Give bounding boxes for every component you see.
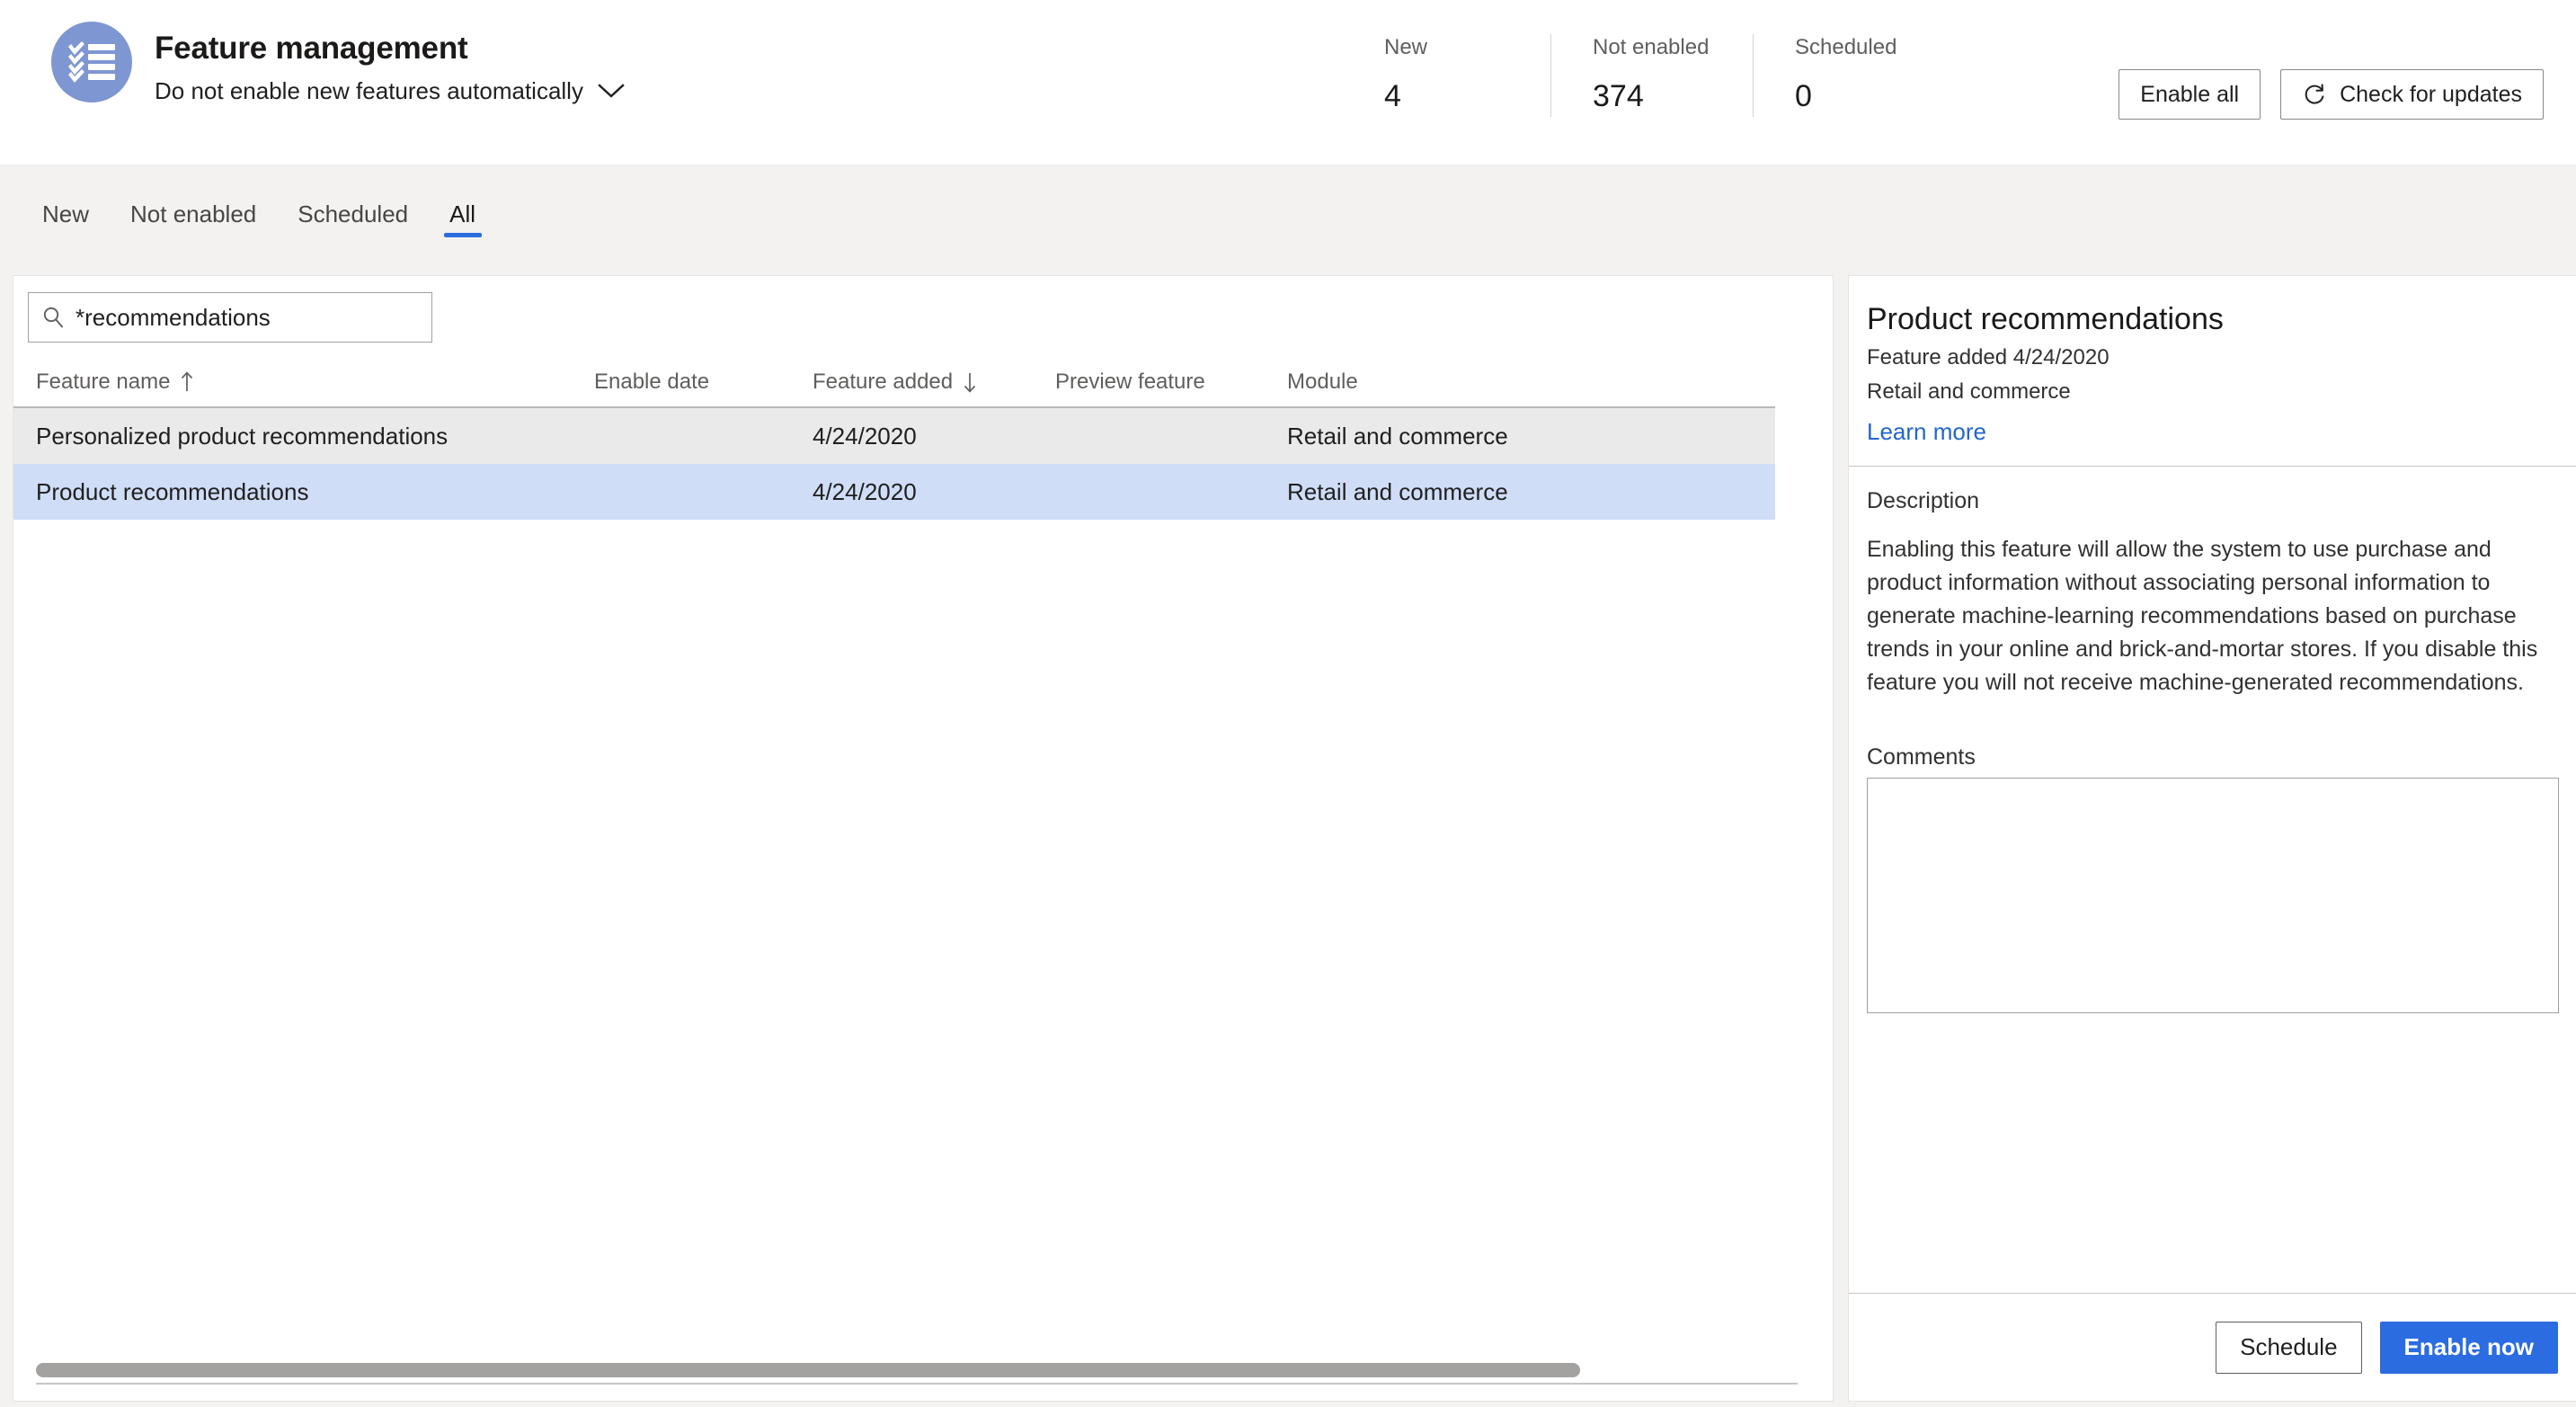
detail-body: Description Enabling this feature will a… <box>1849 467 2576 1293</box>
detail-footer-actions: Schedule Enable now <box>1849 1293 2576 1401</box>
tab-not-enabled-label: Not enabled <box>130 200 257 227</box>
description-label: Description <box>1867 488 1980 513</box>
tab-all[interactable]: All <box>429 165 496 264</box>
feature-detail-panel: Product recommendations Feature added 4/… <box>1848 275 2576 1402</box>
table-row[interactable]: Personalized product recommendations 4/2… <box>13 408 1775 464</box>
column-header-module-label: Module <box>1287 370 1358 394</box>
column-header-feature-added-label: Feature added <box>813 370 954 394</box>
search-input[interactable] <box>76 303 419 332</box>
header-identity: Feature management Do not enable new fea… <box>0 0 625 105</box>
cell-module: Retail and commerce <box>1287 477 1508 505</box>
table-scroll-area <box>13 1347 1833 1401</box>
feature-table: Feature name Enable date Feature added P… <box>13 358 1833 520</box>
filter-tabs: New Not enabled Scheduled All <box>0 165 2576 264</box>
tab-new-label: New <box>42 200 90 227</box>
table-bottom-rule <box>36 1383 1798 1385</box>
page-content: Feature name Enable date Feature added <box>0 264 2576 1407</box>
cell-feature-added: 4/24/2020 <box>813 477 917 505</box>
column-header-feature-added[interactable]: Feature added <box>813 370 1055 395</box>
check-for-updates-button[interactable]: Check for updates <box>2280 69 2544 120</box>
comments-label: Comments <box>1867 744 1976 770</box>
header-title-block: Feature management Do not enable new fea… <box>155 22 625 105</box>
tab-new[interactable]: New <box>22 165 110 264</box>
summary-stats: New 4 Not enabled 374 Scheduled 0 <box>1384 34 1955 117</box>
column-header-module[interactable]: Module <box>1287 370 1629 395</box>
table-header-row: Feature name Enable date Feature added P… <box>13 358 1775 408</box>
page-header: Feature management Do not enable new fea… <box>0 0 2576 165</box>
enable-now-button[interactable]: Enable now <box>2379 1321 2558 1374</box>
horizontal-scrollbar-thumb[interactable] <box>36 1363 1580 1377</box>
stat-new: New 4 <box>1384 34 1550 117</box>
page-title: Feature management <box>155 31 468 66</box>
auto-enable-dropdown[interactable]: Do not enable new features automatically <box>155 76 625 105</box>
feature-list-panel: Feature name Enable date Feature added <box>13 275 1834 1402</box>
column-header-enable-date[interactable]: Enable date <box>594 370 813 395</box>
column-header-feature-name-label: Feature name <box>36 370 171 394</box>
tab-scheduled[interactable]: Scheduled <box>277 165 429 264</box>
schedule-button[interactable]: Schedule <box>2216 1321 2362 1374</box>
comments-input[interactable] <box>1867 778 2559 1013</box>
tab-scheduled-label: Scheduled <box>298 200 409 227</box>
stat-scheduled: Scheduled 0 <box>1753 34 1955 117</box>
stat-not-enabled-label: Not enabled <box>1593 35 1710 59</box>
search-icon <box>41 306 65 329</box>
detail-header: Product recommendations Feature added 4/… <box>1849 276 2576 467</box>
column-header-preview-feature[interactable]: Preview feature <box>1055 370 1287 395</box>
column-header-preview-feature-label: Preview feature <box>1055 370 1205 394</box>
tab-all-label: All <box>449 200 476 227</box>
stat-not-enabled: Not enabled 374 <box>1550 34 1753 117</box>
column-header-enable-date-label: Enable date <box>594 370 710 394</box>
search-box[interactable] <box>28 292 432 343</box>
chevron-down-icon <box>598 83 625 99</box>
stat-new-value: 4 <box>1384 79 1401 113</box>
description-text: Enabling this feature will allow the sys… <box>1867 537 2538 695</box>
table-row[interactable]: Product recommendations 4/24/2020 Retail… <box>13 464 1775 520</box>
stat-not-enabled-value: 374 <box>1593 79 1644 113</box>
feature-management-page: Feature management Do not enable new fea… <box>0 0 2576 1407</box>
horizontal-scrollbar[interactable] <box>36 1363 1775 1377</box>
refresh-icon <box>2302 82 2327 107</box>
cell-module: Retail and commerce <box>1287 422 1508 450</box>
arrow-down-icon <box>962 370 978 394</box>
learn-more-link[interactable]: Learn more <box>1867 417 1986 446</box>
stat-scheduled-value: 0 <box>1795 79 1812 113</box>
tab-not-enabled[interactable]: Not enabled <box>110 165 277 264</box>
stat-scheduled-label: Scheduled <box>1795 35 1897 59</box>
auto-enable-label: Do not enable new features automatically <box>155 77 583 104</box>
stat-new-label: New <box>1384 35 1428 59</box>
column-header-feature-name[interactable]: Feature name <box>36 370 594 395</box>
schedule-button-label: Schedule <box>2240 1333 2338 1360</box>
enable-all-label: Enable all <box>2140 81 2240 107</box>
search-area <box>13 276 1833 343</box>
header-action-buttons: Enable all Check for updates <box>2119 69 2544 120</box>
cell-feature-name: Personalized product recommendations <box>36 422 449 450</box>
enable-now-button-label: Enable now <box>2403 1333 2534 1360</box>
checklist-icon <box>51 22 132 102</box>
enable-all-button[interactable]: Enable all <box>2119 69 2261 120</box>
cell-feature-added: 4/24/2020 <box>813 422 917 450</box>
cell-feature-name: Product recommendations <box>36 477 309 505</box>
arrow-up-icon <box>179 370 195 394</box>
detail-title: Product recommendations <box>1867 302 2224 336</box>
detail-added-date: Feature added 4/24/2020 <box>1867 345 2110 370</box>
check-for-updates-label: Check for updates <box>2340 81 2522 107</box>
detail-module: Retail and commerce <box>1867 379 2071 404</box>
